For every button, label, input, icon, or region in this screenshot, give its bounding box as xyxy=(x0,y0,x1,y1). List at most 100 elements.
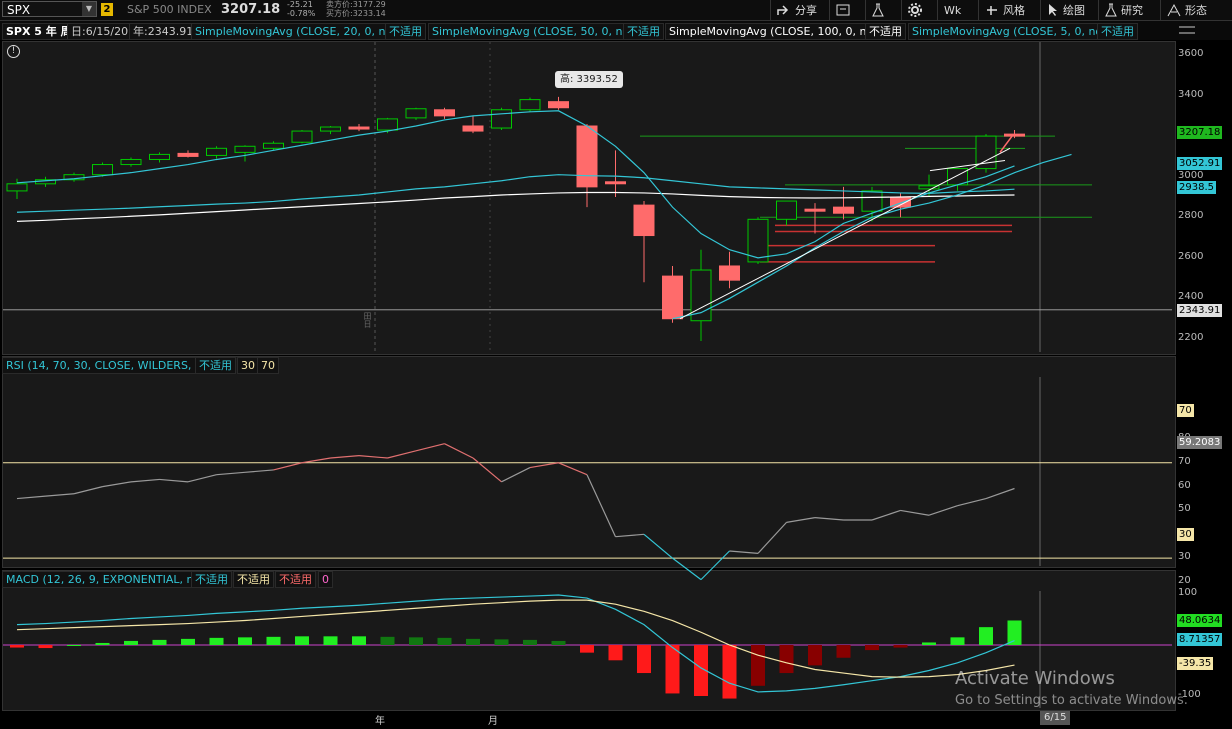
last-price-label: 3207.18 xyxy=(1177,126,1223,139)
sma-5-line xyxy=(672,153,1072,320)
macd-hist-bar xyxy=(10,645,24,648)
rsi-line-segment xyxy=(501,467,531,483)
macd-study-label[interactable]: MACD (12, 26, 9, EXPONENTIAL, no) xyxy=(2,571,209,588)
rsi-line-segment xyxy=(387,450,417,459)
rsi-line-segment xyxy=(757,521,787,554)
rsi-line-segment xyxy=(900,509,930,516)
rsi-line-segment xyxy=(45,493,75,497)
macd-hist-bar xyxy=(238,637,252,645)
candle-body xyxy=(605,181,626,185)
rsi-tick: 50 xyxy=(1178,503,1191,515)
macd-hist-bar xyxy=(266,636,281,645)
year-low-label: 2343.91 xyxy=(1177,304,1223,317)
rsi-line-segment xyxy=(786,517,816,523)
macd-hist-bar xyxy=(779,645,794,674)
macd-na-avg: 不适用 xyxy=(233,571,274,588)
macd-hist-bar xyxy=(950,637,965,645)
candle-body xyxy=(291,130,313,143)
candle-body xyxy=(206,147,227,156)
macd-hist-bar xyxy=(922,642,936,645)
candle-body xyxy=(462,125,484,132)
rsi-line-segment xyxy=(871,509,901,521)
rsi-line-segment xyxy=(700,550,730,581)
candle-body xyxy=(6,183,28,192)
macd-hist-bar xyxy=(551,640,566,645)
candle-body xyxy=(234,145,256,153)
rsi-70-label: 70 xyxy=(1177,404,1194,417)
macd-value-label: 8.71357 xyxy=(1177,633,1223,646)
rsi-tick: 30 xyxy=(1178,551,1191,563)
rsi-tick: 20 xyxy=(1178,575,1191,586)
rsi-line-segment xyxy=(472,457,502,483)
macd-hist-bar xyxy=(380,636,395,645)
candle-body xyxy=(519,99,541,111)
macd-hist-bar xyxy=(665,645,680,694)
macd-hist-bar xyxy=(124,640,138,645)
rsi-line-segment xyxy=(415,443,445,452)
macd-hist-bar xyxy=(608,645,623,661)
rsi-line-segment xyxy=(928,505,958,516)
macd-hist-bar xyxy=(323,636,338,645)
rsi-study-label[interactable]: RSI (14, 70, 30, CLOSE, WILDERS, no) xyxy=(2,357,217,374)
price-tick: 3400 xyxy=(1178,88,1204,100)
rsi-line-segment xyxy=(643,533,673,559)
macd-zero: 0 xyxy=(318,571,333,588)
price-tick: 2400 xyxy=(1178,291,1204,303)
candle-body xyxy=(120,158,142,166)
macd-avg-label: -39.35 xyxy=(1177,657,1214,670)
candle-body xyxy=(348,126,370,130)
rsi-value-label: 59.2083 xyxy=(1177,436,1223,449)
price-tick: 2200 xyxy=(1178,332,1204,343)
macd-hist-bar xyxy=(352,636,366,645)
info-icon[interactable]: ! xyxy=(7,45,20,58)
rsi-line-segment xyxy=(957,497,987,507)
candle-body xyxy=(177,152,199,157)
macd-hist-bar xyxy=(808,645,822,666)
activate-windows-subtitle: Go to Settings to activate Windows. xyxy=(955,693,1188,708)
macd-hist-bar xyxy=(409,637,423,645)
candle-body xyxy=(633,204,655,237)
vertical-caption: 田日 xyxy=(363,312,372,328)
macd-hist-bar xyxy=(751,645,765,686)
macd-hist-bar xyxy=(722,645,737,699)
macd-na-value: 不适用 xyxy=(191,571,232,588)
macd-hist-bar xyxy=(836,645,851,658)
candle-body xyxy=(861,190,883,212)
rsi-line-segment xyxy=(16,495,46,500)
macd-tick: 100 xyxy=(1178,587,1198,598)
macd-hist-bar xyxy=(893,645,908,648)
rsi-line-segment xyxy=(187,474,217,483)
x-label-month: 月 xyxy=(488,716,498,727)
macd-hist-bar xyxy=(38,645,53,649)
macd-hist-bar xyxy=(865,645,879,651)
rsi-level-high: 70 xyxy=(257,357,279,374)
macd-hist-bar xyxy=(437,637,452,645)
rsi-line-segment xyxy=(102,481,132,488)
candle-body xyxy=(263,142,284,149)
candle-body xyxy=(491,109,512,129)
macd-hist-bar xyxy=(494,639,509,645)
macd-hist-bar xyxy=(637,645,651,674)
candle-body xyxy=(434,109,455,117)
candle-body xyxy=(833,206,854,214)
candle-body xyxy=(576,125,598,188)
rsi-level-low: 30 xyxy=(237,357,259,374)
rsi-line-segment xyxy=(73,486,103,495)
candle-body xyxy=(149,153,170,160)
candle-body xyxy=(92,164,113,176)
macd-hist-bar xyxy=(152,639,167,645)
candle-body xyxy=(320,126,341,132)
macd-hist-bar xyxy=(1007,620,1022,645)
macd-avg-line xyxy=(16,599,1015,678)
macd-hist-bar xyxy=(95,642,110,645)
sma-50-line xyxy=(16,110,1015,259)
rsi-line-segment xyxy=(985,487,1015,500)
candle-body xyxy=(719,265,740,281)
macd-na-diff: 不适用 xyxy=(275,571,316,588)
macd-hist-bar xyxy=(580,645,594,653)
candle-body xyxy=(548,101,569,109)
rsi-line-segment xyxy=(558,462,588,476)
candle-body xyxy=(776,200,797,220)
rsi-line-segment xyxy=(301,457,331,464)
rsi-line-segment xyxy=(615,533,645,538)
